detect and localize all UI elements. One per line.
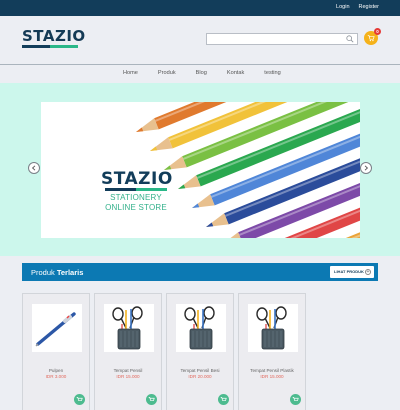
product-name[interactable]: Tempat Pensil Plastik — [239, 368, 305, 373]
hero-banner: STAZIO STATIONERY ONLINE STORE — [0, 83, 400, 256]
search-icon[interactable] — [346, 35, 354, 43]
cart-button[interactable]: 0 — [364, 28, 381, 45]
colored-pencils-image — [41, 102, 360, 238]
product-name[interactable]: Tempat Pensil Besi — [167, 368, 233, 373]
hero-slide[interactable]: STAZIO STATIONERY ONLINE STORE — [41, 102, 360, 238]
product-image[interactable] — [248, 304, 298, 352]
arrow-left-icon — [31, 165, 36, 171]
product-name[interactable]: Tempat Pensil — [95, 368, 161, 373]
slider-next-button[interactable] — [360, 162, 372, 174]
top-bar: Login Register — [0, 0, 400, 16]
slide-tagline-1: STATIONERY — [110, 193, 162, 202]
search-box[interactable] — [206, 33, 358, 51]
product-price: IDR 20.000 — [188, 374, 212, 379]
pencil-holder-icon — [112, 306, 143, 350]
nav-item-produk[interactable]: Produk — [158, 70, 176, 76]
cart-icon — [76, 397, 83, 401]
product-name[interactable]: Pulpen — [23, 368, 89, 373]
product-price: IDR 15.000 — [116, 374, 140, 379]
login-link[interactable]: Login — [336, 4, 349, 10]
product-image[interactable] — [176, 304, 226, 352]
pencil-holder-icon — [256, 306, 287, 350]
cart-count-badge: 0 — [374, 28, 381, 35]
cart-icon — [220, 397, 227, 401]
product-image[interactable] — [104, 304, 154, 352]
main-nav: Home Produk Blog Kontak testing — [0, 64, 400, 83]
nav-item-home[interactable]: Home — [123, 70, 138, 76]
view-products-button[interactable]: LIHAT PRODUK + — [330, 266, 374, 278]
slide-brand-name: STAZIO — [101, 169, 173, 189]
site-header: STAZIO 0 — [0, 16, 400, 64]
product-image[interactable] — [32, 304, 82, 352]
product-price: IDR 3.000 — [45, 374, 67, 379]
search-input[interactable] — [207, 41, 337, 51]
product-card[interactable]: Tempat Pensil IDR 15.000 — [94, 293, 162, 410]
product-price: IDR 15.000 — [260, 374, 284, 379]
cart-icon — [148, 397, 155, 401]
slide-brand: STAZIO STATIONERY ONLINE STORE — [101, 169, 173, 213]
add-to-cart-button[interactable] — [290, 394, 301, 405]
logo[interactable]: STAZIO — [22, 27, 86, 58]
product-card[interactable]: Tempat Pensil Plastik IDR 15.000 — [238, 293, 306, 410]
cart-icon — [367, 35, 375, 42]
product-card[interactable]: Pulpen IDR 3.000 — [22, 293, 90, 410]
nav-item-kontak[interactable]: Kontak — [227, 70, 244, 76]
arrow-right-icon — [364, 165, 369, 171]
logo-underline — [22, 45, 78, 48]
slide-tagline-2: ONLINE STORE — [105, 203, 167, 212]
logo-text: STAZIO — [22, 27, 86, 45]
pencil-holder-icon — [184, 306, 215, 350]
add-to-cart-button[interactable] — [74, 394, 85, 405]
view-products-label: LIHAT PRODUK — [334, 269, 364, 274]
account-links: Login Register — [336, 4, 379, 10]
nav-item-testing[interactable]: testing — [264, 70, 280, 76]
plus-icon: + — [365, 269, 371, 275]
add-to-cart-button[interactable] — [218, 394, 229, 405]
slider-prev-button[interactable] — [28, 162, 40, 174]
nav-item-blog[interactable]: Blog — [196, 70, 207, 76]
add-to-cart-button[interactable] — [146, 394, 157, 405]
register-link[interactable]: Register — [359, 4, 379, 10]
section-title: Produk Terlaris — [31, 268, 84, 277]
best-sellers-header: Produk Terlaris LIHAT PRODUK + — [22, 263, 378, 281]
pen-icon — [35, 312, 76, 347]
product-card[interactable]: Tempat Pensil Besi IDR 20.000 — [166, 293, 234, 410]
cart-icon — [292, 397, 299, 401]
